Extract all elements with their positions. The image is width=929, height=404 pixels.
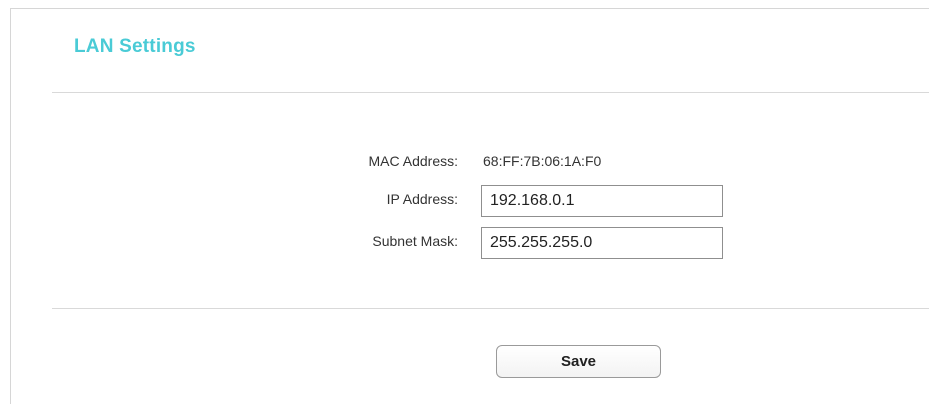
mac-address-value: 68:FF:7B:06:1A:F0 — [483, 153, 602, 169]
settings-panel — [10, 8, 929, 404]
page-title: LAN Settings — [74, 36, 196, 57]
mac-address-label: MAC Address: — [368, 153, 458, 169]
subnet-mask-label: Subnet Mask: — [372, 233, 458, 249]
ip-address-label: IP Address: — [386, 191, 458, 207]
ip-address-input[interactable] — [481, 185, 723, 217]
top-divider — [52, 92, 929, 93]
subnet-mask-input[interactable] — [481, 227, 723, 259]
bottom-divider — [52, 308, 929, 309]
save-button[interactable]: Save — [496, 345, 661, 378]
